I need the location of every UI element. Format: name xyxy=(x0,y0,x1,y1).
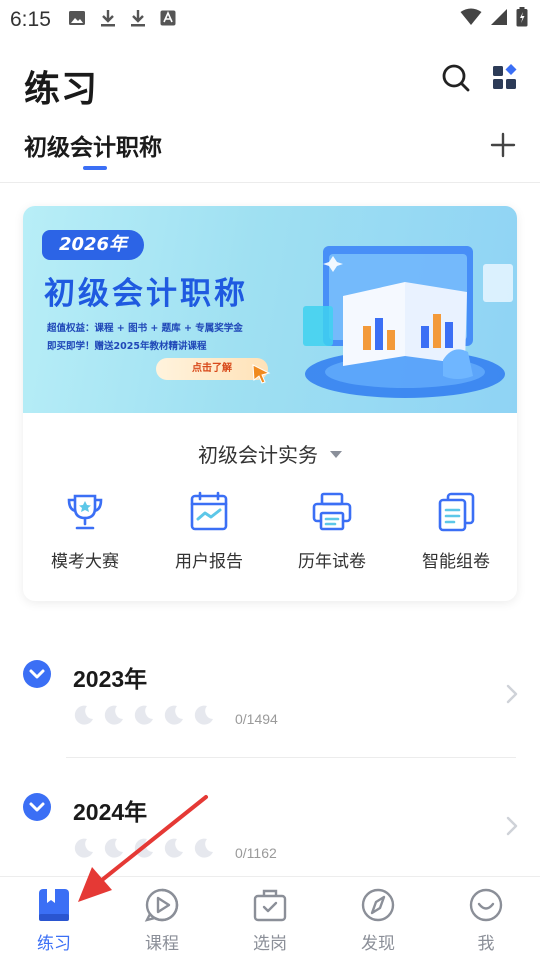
image-icon xyxy=(69,11,85,25)
book-illustration xyxy=(303,246,513,398)
banner-title: 初级会计职称 xyxy=(44,276,248,312)
download-icon xyxy=(101,10,115,27)
banner-gift-text: 即买即学！赠送2025年教材精讲课程 xyxy=(47,341,207,352)
nav-practice[interactable]: 练习 xyxy=(0,877,108,960)
nav-courses[interactable]: 课程 xyxy=(108,877,216,960)
apps-grid-icon xyxy=(493,64,517,89)
plus-icon xyxy=(490,132,516,158)
system-icons xyxy=(460,7,528,27)
trophy-icon xyxy=(67,494,103,530)
page-title: 练习 xyxy=(24,69,99,110)
moon-icon xyxy=(194,838,213,858)
nav-label: 课程 xyxy=(145,934,179,954)
progress-count: 0/1494 xyxy=(235,711,278,727)
moon-icon xyxy=(74,838,93,858)
expand-toggle[interactable] xyxy=(23,793,51,821)
moon-icon xyxy=(194,705,213,725)
battery-icon xyxy=(516,7,528,27)
nav-profile[interactable]: 我 xyxy=(432,877,540,960)
moon-icon xyxy=(104,705,123,725)
status-time: 6:15 xyxy=(10,8,51,31)
add-subject-button[interactable] xyxy=(488,130,518,160)
chevron-right-icon xyxy=(506,816,518,836)
course-selector-label: 初级会计实务 xyxy=(198,443,318,467)
download-icon xyxy=(131,10,145,27)
tool-label: 历年试卷 xyxy=(298,552,366,572)
nav-discover[interactable]: 发现 xyxy=(324,877,432,960)
moon-icon xyxy=(164,838,183,858)
dropdown-caret-icon xyxy=(330,451,342,458)
tool-smart-paper[interactable]: 智能组卷 xyxy=(401,491,511,572)
course-play-icon xyxy=(144,888,179,922)
moon-icon xyxy=(164,705,183,725)
report-icon xyxy=(190,491,228,531)
nav-label: 选岗 xyxy=(253,934,287,954)
tool-label: 用户报告 xyxy=(175,552,243,572)
apps-grid-button[interactable] xyxy=(490,62,520,92)
year-title: 2024年 xyxy=(73,799,148,825)
year-divider xyxy=(66,757,516,758)
practice-tools: 模考大赛 用户报告 历年试卷 智能组卷 xyxy=(23,491,517,581)
banner-benefits-text: 超值权益：课程 + 图书 + 题库 + 专属奖学金 xyxy=(47,323,243,334)
bottom-nav: 练习 课程 选岗 发现 我 xyxy=(0,876,540,960)
profile-smile-icon xyxy=(469,888,503,922)
star-rating xyxy=(73,704,215,726)
moon-icon xyxy=(134,838,153,858)
year-title: 2023年 xyxy=(73,666,148,692)
tool-user-report[interactable]: 用户报告 xyxy=(154,491,264,572)
moon-icon xyxy=(134,705,153,725)
promo-banner[interactable]: 2026年 初级会计职称 超值权益：课程 + 图书 + 题库 + 专属奖学金 即… xyxy=(23,206,517,413)
tool-label: 智能组卷 xyxy=(422,552,490,572)
banner-year-badge: 2026年 xyxy=(42,230,144,260)
star-rating xyxy=(73,837,215,859)
chevron-down-icon xyxy=(29,802,45,812)
course-selector[interactable]: 初级会计实务 xyxy=(23,439,517,468)
printer-icon xyxy=(312,492,352,531)
nav-label: 发现 xyxy=(361,934,395,954)
compass-icon xyxy=(361,888,395,922)
nav-label: 练习 xyxy=(37,934,71,954)
search-icon xyxy=(442,64,470,92)
nav-label: 我 xyxy=(477,934,495,954)
practice-card: 2026年 初级会计职称 超值权益：课程 + 图书 + 题库 + 专属奖学金 即… xyxy=(23,206,517,601)
nav-jobs[interactable]: 选岗 xyxy=(216,877,324,960)
tool-mock-exam[interactable]: 模考大赛 xyxy=(30,491,140,572)
job-briefcase-icon xyxy=(253,889,287,922)
header-divider xyxy=(0,182,540,183)
chevron-down-icon xyxy=(29,669,45,679)
tab-subject[interactable]: 初级会计职称 xyxy=(24,128,162,162)
notification-icons xyxy=(68,8,176,28)
chevron-right-icon xyxy=(506,684,518,704)
tool-label: 模考大赛 xyxy=(51,552,119,572)
status-bar: 6:15 xyxy=(0,0,540,38)
year-section-2023[interactable]: 2023年 0/1494 xyxy=(0,650,540,760)
progress-count: 0/1162 xyxy=(235,845,277,861)
search-button[interactable] xyxy=(440,62,472,94)
moon-icon xyxy=(74,705,93,725)
wifi-icon xyxy=(460,8,482,25)
signal-icon xyxy=(491,9,507,25)
practice-book-icon xyxy=(39,889,69,921)
tab-indicator xyxy=(83,166,107,170)
font-icon xyxy=(160,10,176,26)
tool-past-papers[interactable]: 历年试卷 xyxy=(277,491,387,572)
expand-toggle[interactable] xyxy=(23,660,51,688)
moon-icon xyxy=(104,838,123,858)
cursor-icon xyxy=(252,364,271,384)
paper-stack-icon xyxy=(438,492,475,532)
